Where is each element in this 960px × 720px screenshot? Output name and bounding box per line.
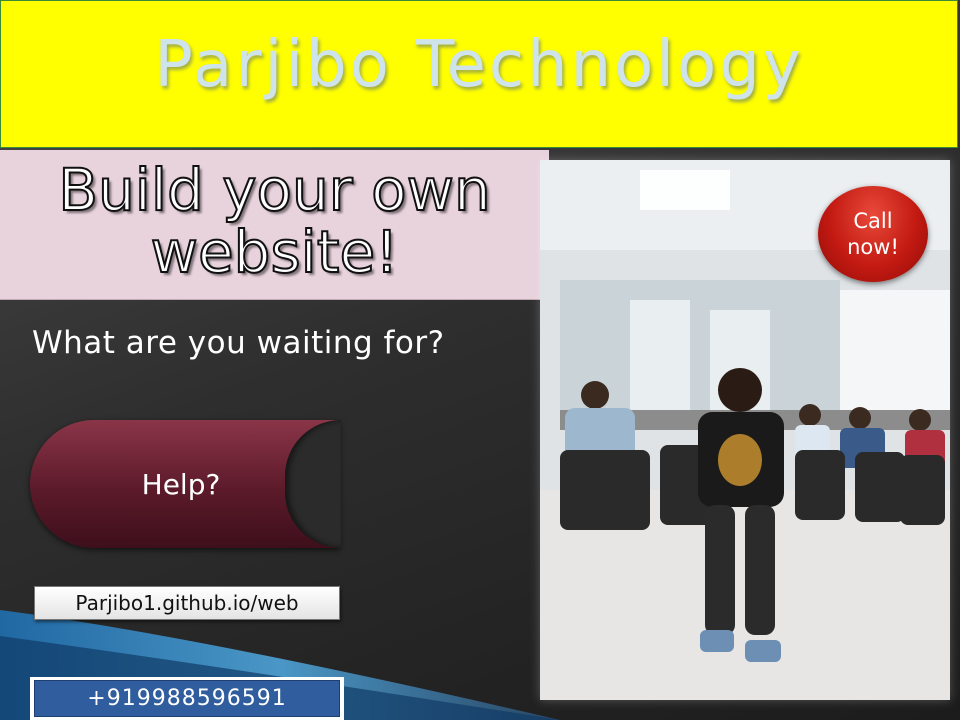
subtitle: What are you waiting for? (32, 325, 445, 361)
website-url[interactable]: Parjibo1.github.io/web (34, 586, 340, 620)
call-button-line-2: now! (847, 235, 899, 259)
phone-box: +919988596591 (30, 677, 344, 720)
headline-box: Build your own website! (0, 150, 549, 300)
phone-number[interactable]: +919988596591 (34, 680, 340, 717)
headline: Build your own website! (57, 155, 492, 286)
help-button-label: Help? (141, 467, 221, 501)
headline-line-2: website! (150, 217, 400, 286)
banner-title: Parjibo Technology (154, 28, 804, 102)
headline-line-1: Build your own (57, 155, 492, 224)
header-banner: Parjibo Technology (0, 0, 958, 148)
call-button-line-1: Call (853, 209, 893, 233)
call-now-button[interactable]: Call now! (818, 186, 928, 282)
help-button[interactable]: Help? (30, 420, 341, 548)
